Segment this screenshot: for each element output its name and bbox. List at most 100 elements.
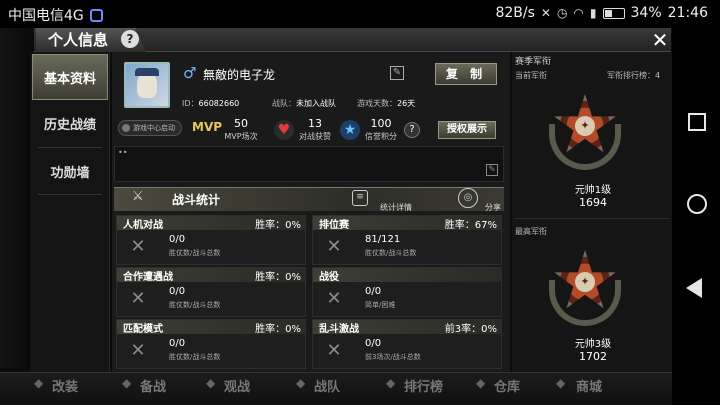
prepare-icon: ◆ [122, 376, 132, 390]
copy-button[interactable]: 复 制 [435, 63, 497, 85]
carrier-label: 中国电信4G [8, 8, 84, 24]
screen: 中国电信4G 82B/s ✕ ◷ ◠ ▮ 34% 21:46 个人信息 ? ✕ … [0, 0, 720, 405]
mode-sub-label: 胜仗数/战斗总数 [169, 249, 221, 257]
game-center-launch-button[interactable]: 游戏中心启动 [118, 120, 182, 136]
bottom-nav-spectate[interactable]: 观战 [224, 376, 250, 395]
bottom-nav-prepare[interactable]: 备战 [140, 376, 166, 395]
crossed-swords-icon: ✕ [326, 340, 342, 361]
mode-sub-label: 前3场次/战斗总数 [365, 353, 421, 361]
current-rank-points: 1694 [579, 196, 607, 209]
bottom-nav-leaderboard[interactable]: 排行榜 [404, 376, 443, 395]
mode-value: 0/0 [169, 234, 186, 245]
mode-sub-label: 简单/困难 [365, 301, 396, 309]
play-days: 游戏天数：26天 [357, 99, 416, 108]
mode-card-ranked[interactable]: 排位赛 胜率：67% ✕ 81/121 胜仗数/战斗总数 [312, 215, 502, 265]
modify-icon: ◆ [34, 376, 44, 390]
bottom-nav-modify[interactable]: 改装 [52, 376, 78, 395]
marshal-medal-icon: ✦ [545, 250, 625, 330]
signal-icon: ▮ [589, 6, 597, 20]
back-icon[interactable] [686, 278, 702, 298]
win-rate: 胜率：0% [255, 220, 301, 231]
mode-card-campaign[interactable]: 战役 ✕ 0/0 简单/困难 [312, 267, 502, 317]
side-menu-honor-wall[interactable]: 功勋墙 [32, 148, 108, 194]
stats-detail-link[interactable]: 统计详情 [380, 202, 412, 213]
mall-icon: ◆ [556, 376, 566, 390]
edit-nickname-icon[interactable]: ✎ [390, 66, 404, 80]
marshal-medal-icon: ✦ [545, 94, 625, 174]
mode-name: 匹配模式 [123, 324, 163, 335]
signature-box[interactable] [114, 146, 504, 182]
male-gender-icon: ♂ [183, 64, 197, 82]
side-menu-basic-info[interactable]: 基本资料 [32, 54, 108, 100]
battery-icon [602, 7, 625, 19]
crossed-swords-icon: ✕ [326, 236, 342, 257]
android-nav-bar [672, 28, 720, 405]
home-icon[interactable] [687, 194, 707, 214]
side-menu: 基本资料 历史战绩 功勋墙 [30, 52, 110, 372]
crossed-swords-icon: ✕ [130, 288, 146, 309]
help-icon[interactable]: ? [121, 30, 139, 48]
mode-value: 81/121 [365, 234, 401, 245]
warehouse-icon: ◆ [476, 376, 486, 390]
nickname: 無敵的电子龙 [203, 68, 276, 82]
mode-name: 战役 [319, 272, 339, 283]
close-button[interactable]: ✕ [650, 30, 670, 50]
recent-apps-icon[interactable] [688, 113, 706, 131]
bottom-nav-mall[interactable]: 商城 [576, 376, 602, 395]
signature-text: •• [118, 148, 128, 157]
mode-value: 0/0 [365, 286, 382, 297]
highest-rank-name: 元帅3级 [574, 339, 612, 350]
background-decoration [0, 28, 30, 368]
authorize-display-button[interactable]: 授权展示 [438, 121, 496, 139]
rank-divider [514, 218, 670, 219]
likes-count: 13 [308, 117, 322, 130]
likes-label: 对战获赞 [299, 132, 331, 141]
mode-card-coop[interactable]: 合作遭遇战 胜率：0% ✕ 0/0 胜仗数/战斗总数 [116, 267, 306, 317]
win-rate: 胜率：0% [255, 324, 301, 335]
bottom-nav-team[interactable]: 战队 [314, 376, 340, 395]
mode-name: 合作遭遇战 [123, 272, 173, 283]
mode-sub-label: 胜仗数/战斗总数 [169, 353, 221, 361]
mode-value: 0/0 [169, 338, 186, 349]
mode-card-brawl[interactable]: 乱斗激战 前3率：0% ✕ 0/0 前3场次/战斗总数 [312, 319, 502, 369]
mode-name: 人机对战 [123, 220, 163, 231]
mode-card-match[interactable]: 匹配模式 胜率：0% ✕ 0/0 胜仗数/战斗总数 [116, 319, 306, 369]
credit-label: 信誉积分 [365, 132, 397, 141]
crossed-swords-icon: ✕ [130, 236, 146, 257]
highest-rank-points: 1702 [579, 350, 607, 363]
bottom-nav-warehouse[interactable]: 仓库 [494, 376, 520, 395]
side-menu-history[interactable]: 历史战绩 [32, 100, 108, 146]
battery-percent: 34% [630, 5, 662, 21]
wifi-icon: ◠ [573, 6, 584, 20]
highest-rank-label: 最高军衔 [515, 227, 547, 236]
leaderboard-icon: ◆ [386, 376, 396, 390]
team-info: 战队：未加入战队 [272, 99, 336, 108]
current-rank-label: 当前军衔 [515, 71, 547, 80]
season-rank-title: 赛季军衔 [515, 57, 552, 67]
rank-board-label[interactable]: 军衔排行榜：4 [607, 70, 671, 81]
share-link[interactable]: 分享 [485, 202, 501, 213]
avatar[interactable] [124, 62, 170, 108]
alarm-icon: ◷ [556, 6, 568, 20]
mode-card-pve[interactable]: 人机对战 胜率：0% ✕ 0/0 胜仗数/战斗总数 [116, 215, 306, 265]
mute-icon: ✕ [540, 6, 551, 20]
player-id: ID：66082660 [182, 99, 240, 108]
mode-name: 排位赛 [319, 220, 349, 231]
mode-name: 乱斗激战 [319, 324, 359, 335]
mvp-count: 50 [234, 117, 248, 130]
win-rate: 胜率：0% [255, 272, 301, 283]
crossed-guns-icon: ⚔ [132, 189, 144, 204]
win-rate: 胜率：67% [444, 220, 497, 231]
win-rate: 前3率：0% [444, 324, 497, 335]
share-icon[interactable]: ◎ [458, 188, 478, 208]
mvp-label: MVP场次 [224, 132, 258, 141]
mode-sub-label: 胜仗数/战斗总数 [365, 249, 417, 257]
mode-value: 0/0 [365, 338, 382, 349]
status-bar: 中国电信4G 82B/s ✕ ◷ ◠ ▮ 34% 21:46 [0, 0, 720, 28]
team-icon: ◆ [296, 376, 306, 390]
credit-help-icon[interactable]: ? [404, 122, 420, 138]
mode-value: 0/0 [169, 286, 186, 297]
stats-detail-icon[interactable]: ≡ [352, 190, 368, 206]
edit-signature-icon[interactable]: ✎ [486, 164, 498, 176]
app-notification-icon [89, 8, 103, 22]
